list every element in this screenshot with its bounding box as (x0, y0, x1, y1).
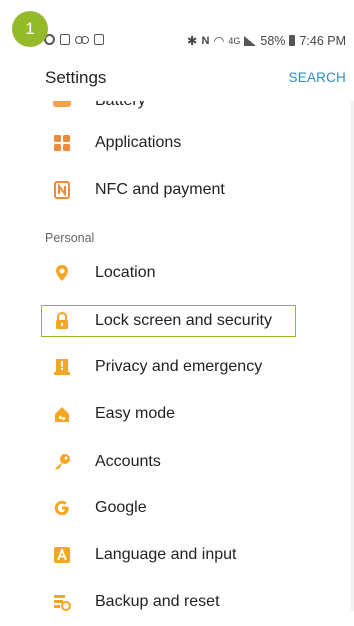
list-item-label: NFC and payment (95, 181, 225, 198)
list-item-label: Backup and reset (95, 593, 220, 610)
list-item-label: Language and input (95, 546, 237, 563)
bluetooth-icon: ✱ (187, 34, 198, 48)
list-item-language[interactable]: Language and input (0, 533, 354, 579)
privacy-alert-icon (54, 359, 70, 375)
google-g-icon (54, 500, 69, 516)
signal-icon (244, 35, 257, 46)
list-item-label: Easy mode (95, 405, 176, 422)
list-item-label: Google (95, 499, 147, 516)
list-item-label: Location (95, 264, 156, 281)
location-pin-icon (56, 265, 68, 281)
list-item-nfc[interactable]: NFC and payment (0, 168, 354, 214)
list-item-label: Accounts (95, 453, 161, 470)
list-item-label: Privacy and emergency (95, 358, 263, 375)
nfc-icon (54, 181, 70, 199)
key-icon (55, 454, 70, 470)
list-item-google[interactable]: Google (0, 486, 354, 532)
nfc-status-icon: N (201, 34, 210, 47)
page-title: Settings (45, 68, 107, 87)
section-header-personal: Personal (45, 231, 95, 245)
list-item-label: Applications (95, 134, 182, 151)
clock: 7:46 PM (299, 33, 346, 48)
step-badge: 1 (12, 11, 48, 47)
network-type: 4G (228, 35, 241, 46)
status-bar: ✱ N ◠ 4G 58% 7:46 PM (0, 28, 354, 54)
list-item-location[interactable]: Location (0, 251, 354, 297)
list-item-backup[interactable]: Backup and reset (0, 580, 354, 626)
backup-icon (54, 595, 71, 611)
language-a-icon (54, 547, 70, 563)
list-item-privacy[interactable]: Privacy and emergency (0, 345, 354, 391)
apps-grid-icon (54, 135, 70, 151)
list-item-label: Lock screen and security (95, 312, 272, 329)
lock-icon (56, 312, 68, 329)
wifi-icon: ◠ (213, 34, 225, 48)
system-status: ✱ N ◠ 4G 58% 7:46 PM (187, 33, 346, 49)
battery-percent: 58% (260, 33, 286, 48)
app-bar: Settings SEARCH (0, 55, 354, 101)
easy-mode-icon (55, 407, 69, 422)
battery-icon (53, 101, 71, 107)
list-item-easy-mode[interactable]: Easy mode (0, 392, 354, 438)
list-item-applications[interactable]: Applications (0, 121, 354, 167)
list-item-accounts[interactable]: Accounts (0, 440, 354, 486)
box-notification-icon (60, 34, 70, 45)
search-button[interactable]: SEARCH (289, 70, 346, 85)
image-notification-icon (94, 34, 104, 45)
voicemail-icon (75, 35, 89, 44)
list-item-lock-screen[interactable]: Lock screen and security (41, 305, 296, 337)
battery-icon (289, 35, 296, 46)
